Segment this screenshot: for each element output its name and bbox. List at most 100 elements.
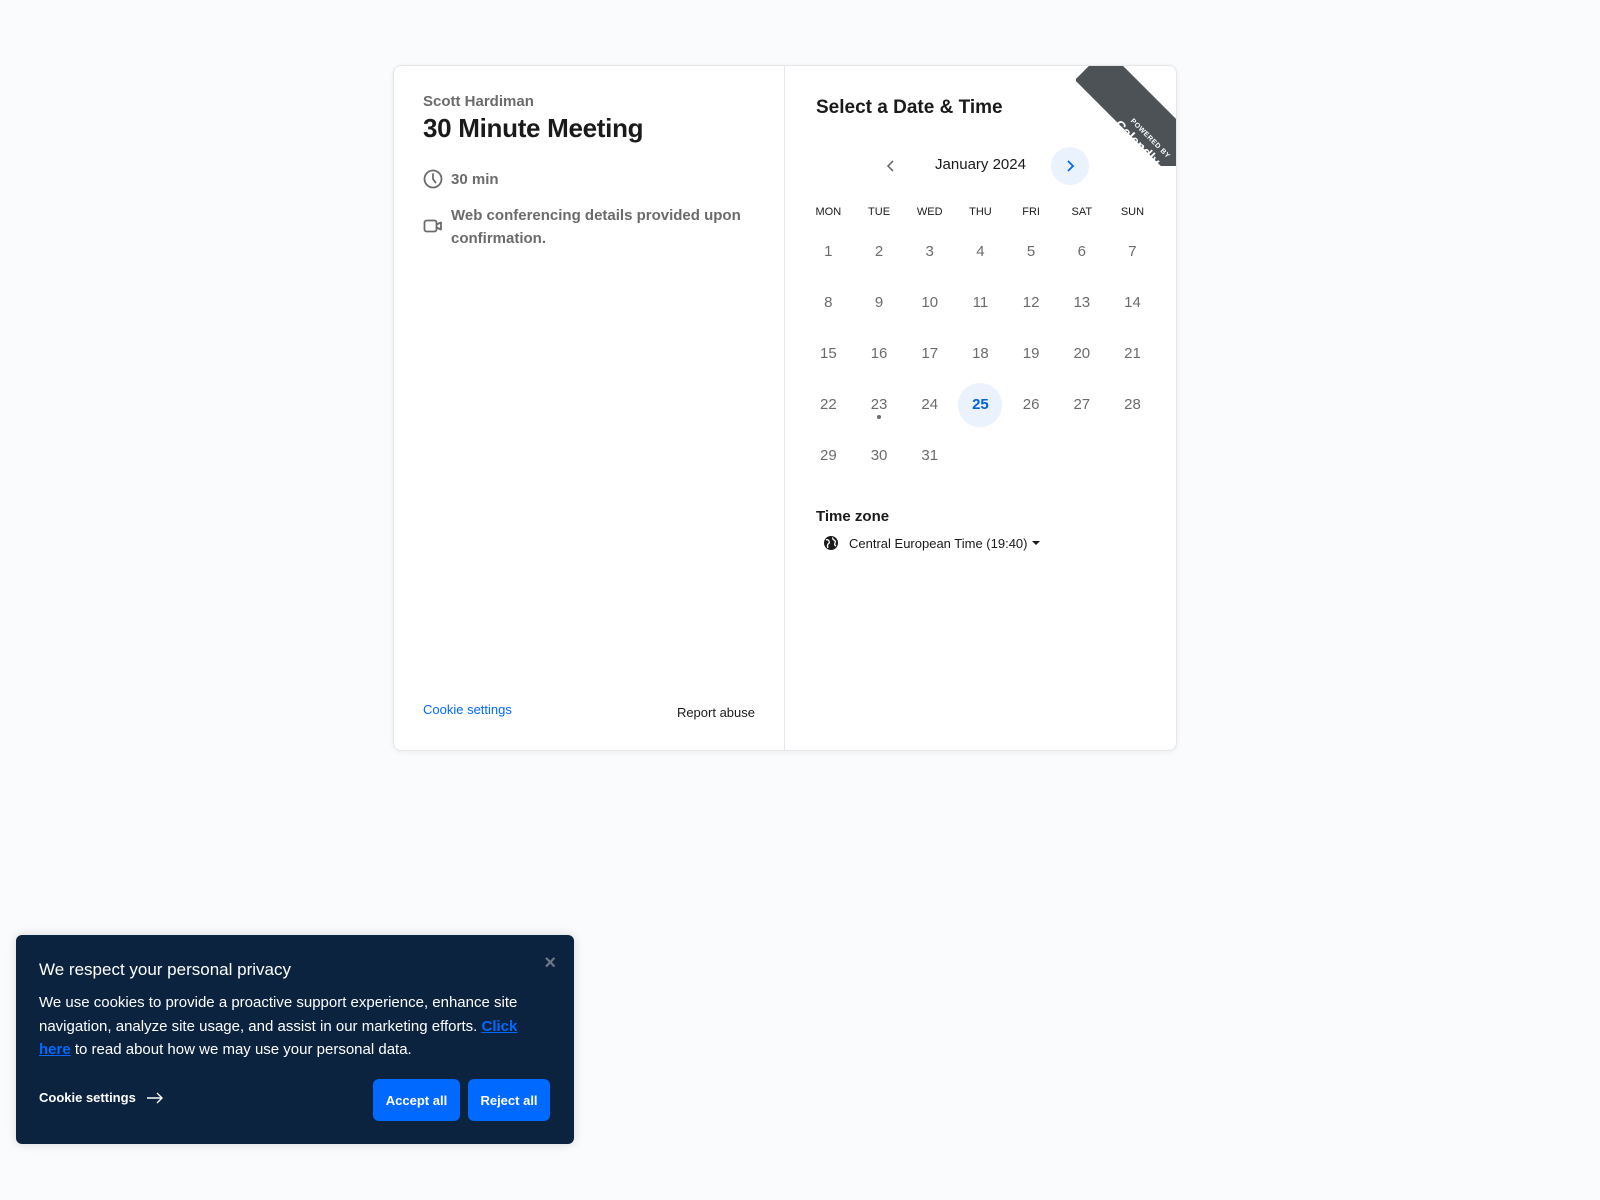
day-number: 5 — [1026, 243, 1036, 260]
day-number: 23 — [870, 396, 888, 413]
day-number: 25 — [958, 382, 1003, 427]
event-details-panel: Scott Hardiman 30 Minute Meeting 30 min … — [394, 66, 785, 750]
cookie-consent-banner: We respect your personal privacy × We us… — [16, 935, 574, 1144]
today-indicator-dot — [877, 415, 882, 419]
caret-down-icon — [1032, 541, 1041, 545]
cookie-settings-label: Cookie settings — [39, 1090, 136, 1105]
cookie-text-end: to read about how we may use your person… — [70, 1041, 412, 1058]
day-number: 4 — [976, 243, 985, 260]
day-number: 6 — [1077, 243, 1086, 260]
close-icon[interactable]: × — [544, 952, 556, 975]
video-camera-icon — [423, 219, 442, 233]
duration-text: 30 min — [451, 171, 499, 188]
day-number: 8 — [824, 294, 833, 311]
day-number: 9 — [874, 294, 884, 311]
calendar-day: 21 — [1107, 328, 1158, 379]
day-number: 24 — [921, 396, 939, 413]
event-title: 30 Minute Meeting — [423, 113, 644, 143]
calendar-day: 26 — [1006, 379, 1057, 430]
calendar-day: 14 — [1107, 277, 1158, 328]
cookie-settings-button[interactable]: Cookie settings — [39, 1090, 164, 1105]
day-number: 29 — [820, 447, 837, 464]
date-time-panel: Select a Date & Time January 2024 MON TU… — [785, 66, 1176, 750]
event-duration: 30 min — [423, 168, 499, 191]
timezone-label: Time zone — [816, 508, 890, 525]
timezone-value: Central European Time (19:40) — [849, 535, 1028, 551]
weekday-label: MON — [815, 206, 842, 218]
day-number: 26 — [1022, 396, 1040, 413]
calendar-day-selected[interactable]: 25 — [955, 379, 1006, 430]
calendar-day: 5 — [1006, 226, 1057, 277]
calendar-day: 29 — [803, 430, 854, 481]
calendar-day: 6 — [1056, 226, 1107, 277]
accept-all-button[interactable]: Accept all — [373, 1079, 460, 1121]
timezone-selector[interactable]: Central European Time (19:40) — [823, 535, 1041, 551]
reject-all-button[interactable]: Reject all — [468, 1079, 550, 1121]
scheduling-card: Scott Hardiman 30 Minute Meeting 30 min … — [393, 65, 1177, 751]
day-number: 11 — [972, 294, 989, 311]
day-number: 27 — [1073, 396, 1091, 413]
cookie-text-start: We use cookies to provide a proactive su… — [39, 994, 518, 1035]
day-number: 1 — [824, 243, 833, 260]
calendar-day: 24 — [904, 379, 955, 430]
day-number: 15 — [820, 345, 837, 362]
calendar-day: 23 — [854, 379, 905, 430]
powered-by-calendly-ribbon[interactable]: POWERED BY Calendly — [1076, 66, 1176, 166]
weekday-label: THU — [969, 206, 992, 218]
day-number: 30 — [870, 447, 888, 464]
cookie-settings-link[interactable]: Cookie settings — [423, 702, 512, 717]
calendar-day: 4 — [955, 226, 1006, 277]
calendar-day: 30 — [854, 430, 905, 481]
calendar-day: 28 — [1107, 379, 1158, 430]
calendar-day: 31 — [904, 430, 955, 481]
day-number: 31 — [921, 447, 939, 464]
calendar-day: 19 — [1006, 328, 1057, 379]
day-number: 19 — [1022, 345, 1040, 362]
day-number: 21 — [1124, 345, 1141, 362]
weekday-label: SAT — [1071, 206, 1093, 218]
calendar-day: 12 — [1006, 277, 1057, 328]
cookie-banner-text: We use cookies to provide a proactive su… — [39, 991, 549, 1062]
calendar-day: 2 — [854, 226, 905, 277]
calendar-grid: 1 2 3 4 5 6 7 8 9 10 11 12 13 14 15 16 17 18 19 20 21 22 23 24 2… — [803, 226, 1158, 481]
chevron-right-icon — [1067, 160, 1075, 172]
weekday-label: FRI — [1022, 206, 1040, 218]
calendar-day: 20 — [1056, 328, 1107, 379]
day-number: 14 — [1124, 294, 1141, 311]
calendar-day: 22 — [803, 379, 854, 430]
calendar-day: 11 — [955, 277, 1006, 328]
calendar-day: 27 — [1056, 379, 1107, 430]
event-location: Web conferencing details provided upon c… — [423, 204, 753, 250]
panel-title: Select a Date & Time — [816, 97, 1003, 118]
day-number: 18 — [972, 345, 989, 362]
host-name: Scott Hardiman — [423, 93, 534, 110]
calendar-day: 15 — [803, 328, 854, 379]
weekday-label: SUN — [1120, 206, 1145, 218]
location-text: Web conferencing details provided upon c… — [451, 207, 741, 247]
calendar-day: 17 — [904, 328, 955, 379]
cookie-banner-title: We respect your personal privacy — [39, 960, 291, 979]
calendar-day: 3 — [904, 226, 955, 277]
calendar-day: 1 — [803, 226, 854, 277]
calendar-day: 18 — [955, 328, 1006, 379]
day-number: 13 — [1073, 294, 1091, 311]
calendar-day: 9 — [854, 277, 905, 328]
globe-icon — [824, 536, 838, 550]
weekday-label: TUE — [868, 206, 891, 218]
day-number: 3 — [925, 243, 934, 260]
arrow-right-icon — [146, 1092, 163, 1103]
report-abuse-link[interactable]: Report abuse — [677, 705, 755, 720]
calendar-day: 16 — [854, 328, 905, 379]
calendar-day: 8 — [803, 277, 854, 328]
weekday-label: WED — [916, 206, 943, 218]
calendar-day: 13 — [1056, 277, 1107, 328]
day-number: 12 — [1022, 294, 1040, 311]
day-number: 22 — [820, 396, 837, 413]
day-number: 17 — [921, 345, 939, 362]
weekday-header: MON TUE WED THU FRI SAT SUN — [803, 206, 1158, 218]
day-number: 16 — [870, 345, 888, 362]
day-number: 2 — [874, 243, 884, 260]
day-number: 20 — [1073, 345, 1091, 362]
day-number: 28 — [1124, 396, 1141, 413]
calendar-day: 10 — [904, 277, 955, 328]
